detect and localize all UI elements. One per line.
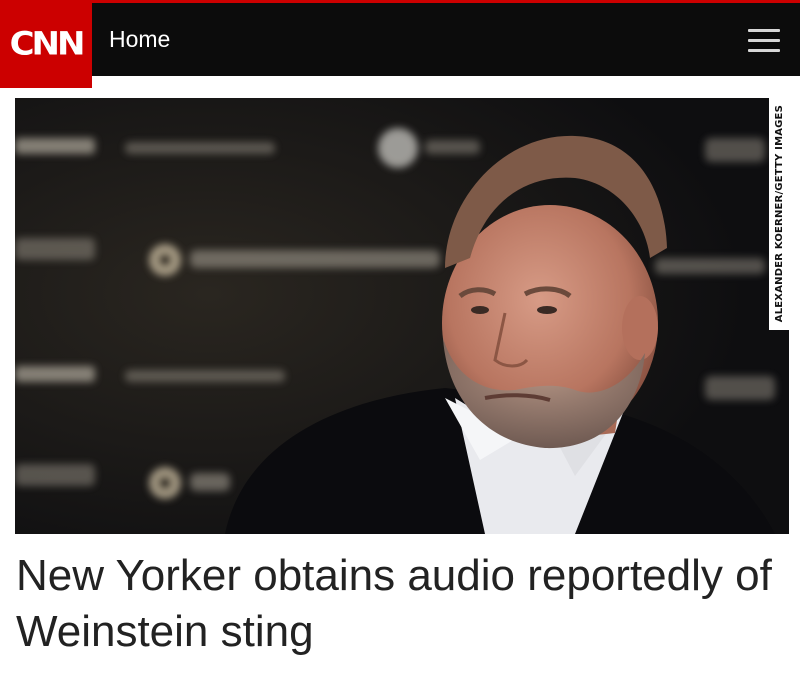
cnn-logo[interactable]: CNN	[0, 0, 92, 88]
photo-credit-text: ALEXANDER KOERNER/GETTY IMAGES	[773, 105, 785, 323]
hero-image[interactable]: ALEXANDER KOERNER/GETTY IMAGES	[15, 98, 789, 534]
site-header: Home	[0, 3, 800, 76]
hero-photo	[15, 98, 789, 534]
hamburger-menu-icon[interactable]	[748, 29, 782, 53]
article-headline[interactable]: New Yorker obtains audio reportedly of W…	[16, 548, 786, 660]
menu-bar	[748, 39, 780, 42]
photo-credit: ALEXANDER KOERNER/GETTY IMAGES	[769, 98, 789, 330]
nav-home-link[interactable]: Home	[109, 25, 170, 53]
logo-text: CNN	[9, 25, 86, 63]
menu-bar	[748, 49, 780, 52]
menu-bar	[748, 29, 780, 32]
